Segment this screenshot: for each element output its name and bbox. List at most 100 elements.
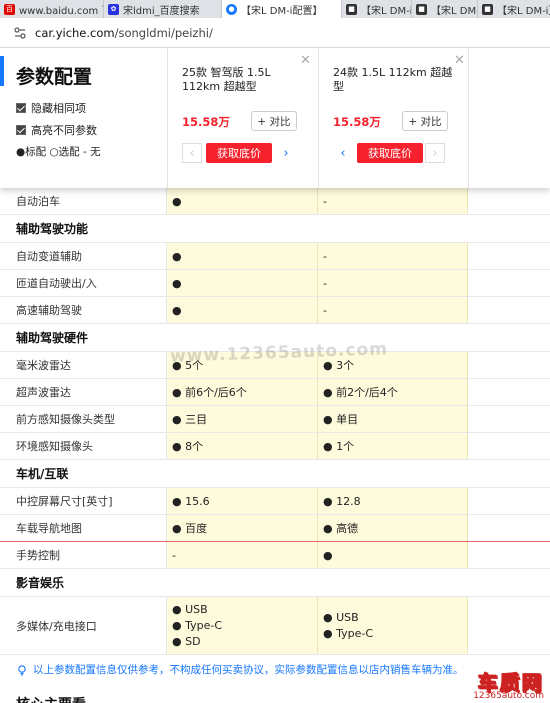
section-title: 辅助驾驶功能 xyxy=(16,222,89,236)
section-header: 车机/互联 xyxy=(0,460,550,488)
section-header: 辅助驾驶功能 xyxy=(0,215,550,243)
accent-bar xyxy=(0,56,4,86)
site-icon: ■ xyxy=(416,3,427,15)
baidu-paw-icon: ✿ xyxy=(108,3,119,15)
tab-label: 宋ldmi_百度搜索 xyxy=(123,5,200,17)
config-table: 自动泊车 ● - 辅助驾驶功能 自动变道辅助 ● - 匝道自动驶出/入 ● - … xyxy=(0,188,550,655)
chevron-left-icon[interactable]: ‹ xyxy=(182,143,202,163)
url-domain: car.yiche.com xyxy=(35,25,115,40)
close-icon[interactable]: ✕ xyxy=(300,53,311,68)
get-price-button[interactable]: 获取底价 xyxy=(206,143,272,163)
table-row: 环境感知摄像头 ● 8个 ● 1个 xyxy=(0,433,550,460)
table-row: 前方感知摄像头类型 ● 三目 ● 单目 xyxy=(0,406,550,433)
site-logo: 车质网 12365auto.com xyxy=(449,667,544,703)
url-path: /songldmi/peizhi/ xyxy=(114,25,213,40)
row-label: 环境感知摄像头 xyxy=(0,433,167,459)
browser-tab-4[interactable]: ■ 【宋L DM-i】宋L xyxy=(342,0,412,18)
table-row: 超声波雷达 ● 前6个/后6个 ● 前2个/后4个 xyxy=(0,379,550,406)
logo-subtext: 12365auto.com xyxy=(473,691,544,701)
row-label: 中控屏幕尺寸[英寸] xyxy=(0,488,167,514)
url-text[interactable]: car.yiche.com/songldmi/peizhi/ xyxy=(35,26,213,40)
car2-value: ● 高德 xyxy=(318,515,468,541)
chevron-right-icon[interactable]: › xyxy=(276,143,296,163)
chevron-left-icon[interactable]: ‹ xyxy=(333,143,353,163)
tab-label: 【宋L DM-i】宋L xyxy=(431,5,478,17)
car2-value: ● USB ● Type-C xyxy=(318,597,468,654)
table-row: 匝道自动驶出/入 ● - xyxy=(0,270,550,297)
table-row: 自动泊车 ● - xyxy=(0,188,550,215)
row-label: 匝道自动驶出/入 xyxy=(0,270,167,296)
row-label: 超声波雷达 xyxy=(0,379,167,405)
browser-tab-bar: 百 www.baidu.com 百 ✿ 宋ldmi_百度搜索 ● 【宋L DM-… xyxy=(0,0,550,18)
compare-button[interactable]: + 对比 xyxy=(402,111,448,131)
row-label: 自动变道辅助 xyxy=(0,243,167,269)
car1-value: ● 百度 xyxy=(167,515,318,541)
row-label: 多媒体/充电接口 xyxy=(0,597,167,654)
tab-label: 【宋L DM-i】20 xyxy=(497,5,550,17)
row-label: 毫米波雷达 xyxy=(0,352,167,378)
car1-value: ● 8个 xyxy=(167,433,318,459)
car-column-1: ✕ 25款 智驾版 1.5L 112km 超越型 15.58万 + 对比 ‹ 获… xyxy=(167,48,318,188)
empty-column xyxy=(468,48,550,188)
car1-value: ● xyxy=(167,243,318,269)
site-info-icon[interactable] xyxy=(13,26,27,40)
section-title: 辅助驾驶硬件 xyxy=(16,331,89,345)
browser-tab-config-active[interactable]: ● 【宋L DM-i配置】 xyxy=(222,0,342,18)
section-header: 影音娱乐 xyxy=(0,569,550,597)
table-row: 手势控制 - ● xyxy=(0,542,550,569)
car2-value: - xyxy=(318,188,468,214)
tab-label: 【宋L DM-i】宋L xyxy=(361,5,411,17)
table-row: 多媒体/充电接口 ● USB ● Type-C ● SD ● USB ● Typ… xyxy=(0,597,550,655)
browser-tab-5[interactable]: ■ 【宋L DM-i】宋L xyxy=(412,0,478,18)
disclaimer: 以上参数配置信息仅供参考，不构成任何买卖协议，实际参数配置信息以店内销售车辆为准… xyxy=(16,662,464,677)
browser-tab-search[interactable]: ✿ 宋ldmi_百度搜索 xyxy=(104,0,222,18)
browser-tab-baidu[interactable]: 百 www.baidu.com 百 xyxy=(0,0,104,18)
row-label: 自动泊车 xyxy=(0,188,167,214)
car1-value: ● xyxy=(167,270,318,296)
car2-value: ● 12.8 xyxy=(318,488,468,514)
highlight-diff-checkbox[interactable]: 高亮不同参数 xyxy=(16,122,97,138)
hide-same-checkbox[interactable]: 隐藏相同项 xyxy=(16,100,86,116)
row-label: 高速辅助驾驶 xyxy=(0,297,167,323)
car-name: 25款 智驾版 1.5L 112km 超越型 xyxy=(182,66,271,93)
address-bar[interactable]: car.yiche.com/songldmi/peizhi/ xyxy=(0,18,550,48)
car2-value: ● 单目 xyxy=(318,406,468,432)
browser-tab-6[interactable]: ■ 【宋L DM-i】20 xyxy=(478,0,550,18)
next-section-title: 核心主要看 xyxy=(16,694,86,703)
car-column-2: ✕ 24款 1.5L 112km 超越 型 15.58万 + 对比 ‹ 获取底价… xyxy=(318,48,468,188)
site-icon: ■ xyxy=(346,3,357,15)
option-label: 高亮不同参数 xyxy=(31,124,97,137)
car1-value: - xyxy=(167,542,318,568)
baidu-icon: 百 xyxy=(4,3,15,15)
checkbox-checked-icon[interactable] xyxy=(16,125,26,135)
interface-item: ● USB xyxy=(172,602,208,616)
lightbulb-icon xyxy=(18,664,26,676)
car1-value: ● USB ● Type-C ● SD xyxy=(167,597,318,654)
car1-value: ● 前6个/后6个 xyxy=(167,379,318,405)
car2-value: - xyxy=(318,270,468,296)
car-price: 15.58万 xyxy=(333,115,381,129)
section-title: 车机/互联 xyxy=(16,467,69,481)
legend-text: ●标配 ○选配 - 无 xyxy=(16,146,101,158)
interface-item: ● SD xyxy=(172,634,201,648)
car2-value: ● xyxy=(318,542,468,568)
car2-value: ● 1个 xyxy=(318,433,468,459)
close-icon[interactable]: ✕ xyxy=(454,53,465,68)
tab-label: www.baidu.com 百 xyxy=(19,5,104,17)
car1-value: ● xyxy=(167,297,318,323)
row-label: 手势控制 xyxy=(0,542,167,568)
interface-item: ● Type-C xyxy=(172,618,223,632)
tab-label: 【宋L DM-i配置】 xyxy=(241,5,323,17)
yiche-icon: ● xyxy=(226,3,237,15)
compare-button[interactable]: + 对比 xyxy=(251,111,297,131)
chevron-right-icon[interactable]: › xyxy=(425,143,445,163)
get-price-button[interactable]: 获取底价 xyxy=(357,143,423,163)
table-row: 自动变道辅助 ● - xyxy=(0,243,550,270)
config-sticky-header: 参数配置 隐藏相同项 高亮不同参数 ●标配 ○选配 - 无 ✕ 25款 智驾版 … xyxy=(0,48,550,188)
page-title: 参数配置 xyxy=(16,66,93,88)
car2-value: ● 前2个/后4个 xyxy=(318,379,468,405)
checkbox-checked-icon[interactable] xyxy=(16,103,26,113)
option-label: 隐藏相同项 xyxy=(31,102,86,115)
row-label: 前方感知摄像头类型 xyxy=(0,406,167,432)
site-icon: ■ xyxy=(482,3,493,15)
